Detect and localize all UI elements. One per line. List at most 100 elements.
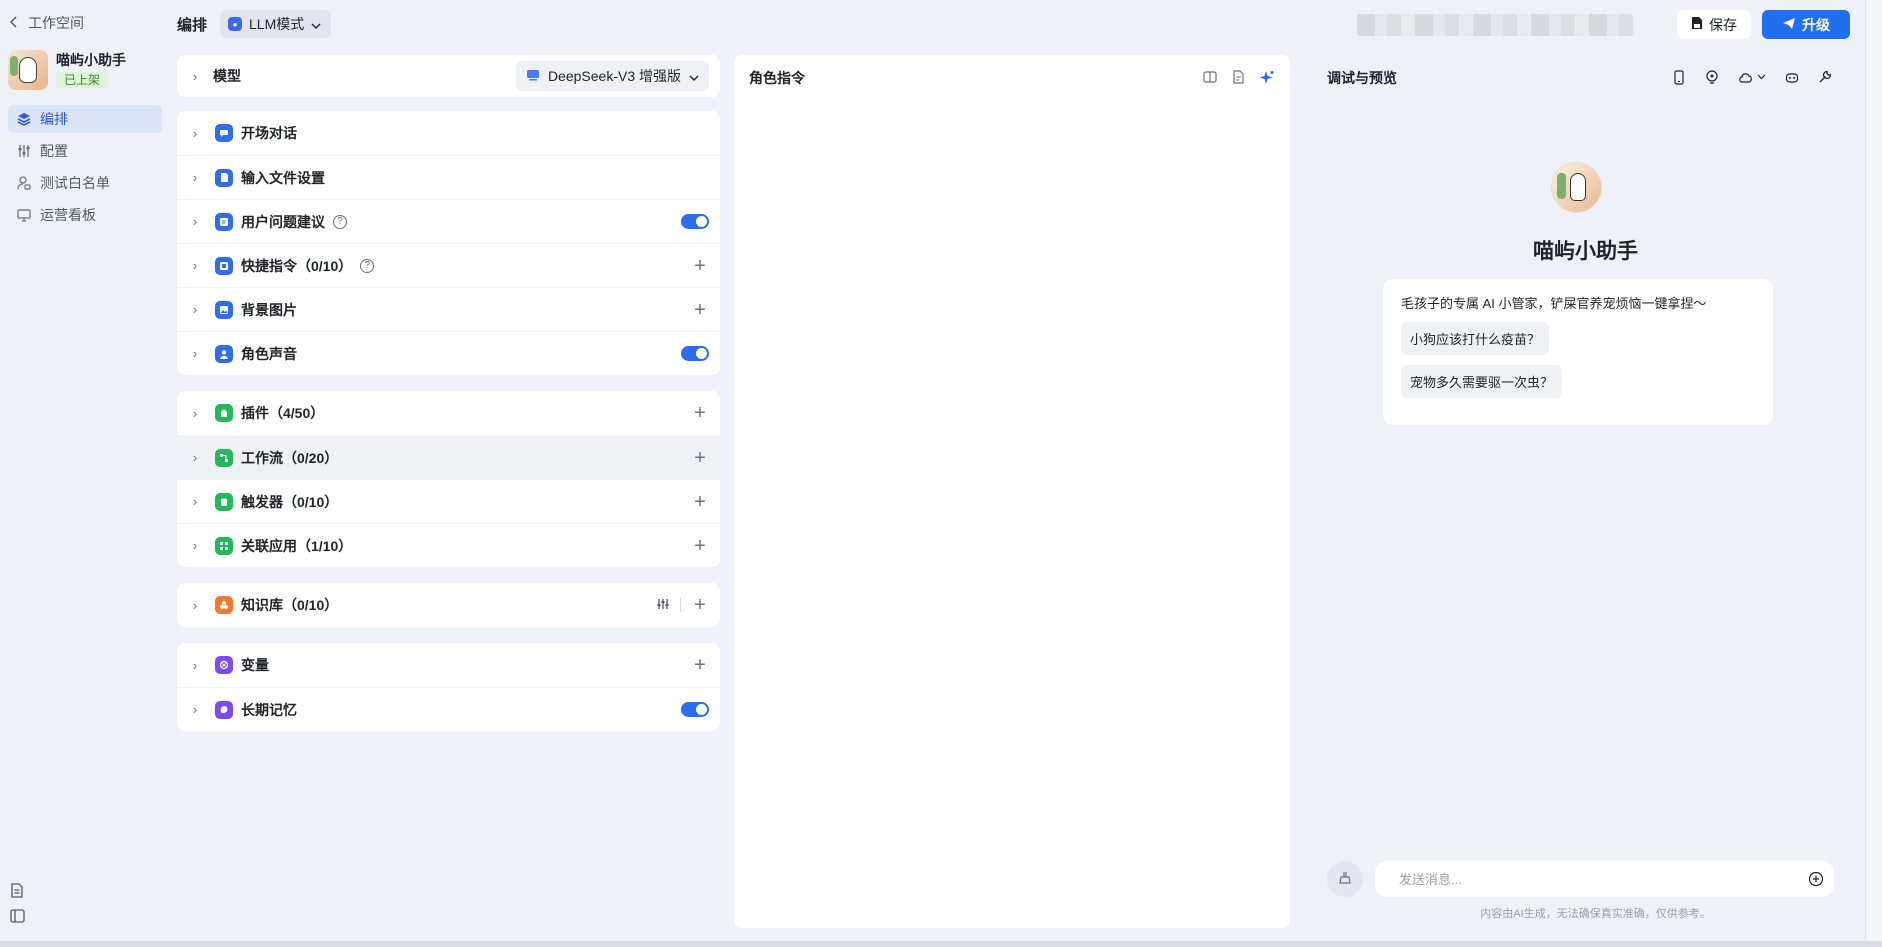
- help-icon[interactable]: ?: [333, 214, 347, 229]
- save-button[interactable]: 保存: [1677, 10, 1751, 39]
- row-linked-apps[interactable]: › 关联应用（1/10） +: [177, 523, 720, 567]
- row-workflow[interactable]: › 工作流（0/20） +: [177, 435, 720, 479]
- phone-icon[interactable]: [1671, 69, 1687, 85]
- sidebar-nav: 编排 配置 测试白名单 运营看板: [8, 105, 162, 233]
- avatar: [1551, 162, 1602, 213]
- panel-title: 角色指令: [749, 70, 805, 86]
- chevron-right-icon: ›: [192, 450, 198, 465]
- row-long-memory[interactable]: › 长期记忆: [177, 687, 720, 731]
- cloud-dropdown[interactable]: [1737, 69, 1767, 85]
- prompt-toolbar: [1202, 69, 1274, 85]
- back-to-workspace[interactable]: 工作空间: [9, 13, 84, 33]
- sidebar-item-whitelist[interactable]: 测试白名单: [8, 169, 162, 197]
- file-icon: [215, 168, 233, 187]
- row-label: 变量: [241, 657, 269, 673]
- divider: [680, 598, 681, 612]
- row-file-input[interactable]: › 输入文件设置: [177, 155, 720, 199]
- model-row[interactable]: › 模型 DeepSeek-V3 增强版: [177, 55, 720, 97]
- ai-sparkle-icon[interactable]: [1258, 69, 1274, 85]
- row-label: 快捷指令（0/10）: [241, 257, 353, 274]
- row-triggers[interactable]: › 触发器（0/10） +: [177, 479, 720, 523]
- message-input[interactable]: [1375, 861, 1834, 897]
- add-button[interactable]: +: [691, 595, 709, 615]
- clear-chat-button[interactable]: [1327, 861, 1363, 897]
- voice-toggle[interactable]: [681, 346, 709, 361]
- ai-disclaimer: 内容由AI生成，无法确保真实准确，仅供参考。: [1480, 908, 1711, 920]
- suggested-question[interactable]: 宠物多久需要驱一次虫？: [1401, 365, 1563, 398]
- sidebar-item-orchestrate[interactable]: 编排: [8, 105, 162, 133]
- chevron-right-icon: ›: [192, 68, 198, 84]
- suggestions-toggle[interactable]: [681, 214, 709, 229]
- row-label: 长期记忆: [241, 701, 297, 718]
- row-label: 输入文件设置: [241, 169, 325, 186]
- chevron-right-icon: ›: [192, 538, 198, 553]
- chevron-right-icon: ›: [192, 657, 198, 673]
- chevron-right-icon: ›: [192, 302, 198, 317]
- row-background-image[interactable]: › 背景图片 +: [177, 287, 720, 331]
- chevron-right-icon: ›: [192, 405, 198, 421]
- row-variables[interactable]: › 变量 +: [177, 643, 720, 687]
- bot-card[interactable]: 喵屿小助手 已上架: [8, 50, 126, 90]
- save-label: 保存: [1709, 16, 1737, 33]
- chevron-down-icon: [689, 68, 699, 84]
- compare-icon[interactable]: [1202, 69, 1218, 85]
- bot-name: 喵屿小助手: [56, 52, 126, 68]
- workflow-icon: [215, 448, 233, 467]
- row-role-voice[interactable]: › 角色声音: [177, 331, 720, 375]
- add-button[interactable]: +: [691, 448, 709, 468]
- plugin-icon: [215, 404, 233, 422]
- add-attachment-icon[interactable]: [1808, 871, 1824, 887]
- chevron-right-icon: ›: [192, 702, 198, 717]
- upgrade-button[interactable]: 升级: [1762, 10, 1850, 39]
- row-knowledge[interactable]: › 知识库（0/10） +: [177, 583, 720, 627]
- help-icon[interactable]: ?: [360, 258, 375, 273]
- row-label: 背景图片: [241, 301, 297, 318]
- llm-mode-icon: ●: [228, 17, 242, 31]
- add-button[interactable]: +: [691, 492, 709, 512]
- row-shortcuts[interactable]: › 快捷指令（0/10） ? +: [177, 243, 720, 287]
- prologue-text: 毛孩子的专属 AI 小管家，铲屎官养宠烦恼一键拿捏～: [1401, 296, 1707, 311]
- mode-select[interactable]: ● LLM模式: [220, 10, 332, 38]
- sidebar-item-dashboard[interactable]: 运营看板: [8, 201, 162, 229]
- memory-icon: [215, 700, 233, 719]
- panel-toggle-icon[interactable]: [10, 909, 25, 927]
- dialog-group: › 开场对话 › 输入文件设置 › 用户问题建议 ? › 快捷指令（0/10） …: [177, 111, 720, 375]
- add-button[interactable]: +: [691, 403, 709, 423]
- sidebar-item-config[interactable]: 配置: [8, 137, 162, 165]
- add-button[interactable]: +: [691, 300, 709, 320]
- format-icon[interactable]: [1230, 69, 1246, 85]
- row-opening-dialog[interactable]: › 开场对话: [177, 111, 720, 155]
- chat-bar: [1327, 861, 1834, 897]
- chevron-right-icon: ›: [192, 125, 198, 141]
- apps-icon: [215, 536, 233, 555]
- memory-toggle[interactable]: [681, 702, 709, 717]
- right-edge-strip: [1865, 0, 1882, 947]
- chevron-right-icon: ›: [192, 214, 198, 229]
- preview-bot-name: 喵屿小助手: [1533, 240, 1638, 263]
- chevron-down-icon: [311, 16, 321, 32]
- suggested-question[interactable]: 小狗应该打什么疫苗？: [1401, 322, 1550, 355]
- model-label: 模型: [213, 68, 241, 84]
- add-button[interactable]: +: [691, 256, 709, 276]
- prologue-card: 毛孩子的专属 AI 小管家，铲屎官养宠烦恼一键拿捏～ 小狗应该打什么疫苗？ 宠物…: [1383, 279, 1773, 425]
- row-question-suggestions[interactable]: › 用户问题建议 ?: [177, 199, 720, 243]
- role-prompt-panel[interactable]: 角色指令: [734, 55, 1290, 928]
- wrench-icon[interactable]: [1817, 69, 1833, 85]
- bottom-edge-strip: [0, 941, 1882, 947]
- chevron-right-icon: ›: [192, 258, 198, 273]
- model-select[interactable]: DeepSeek-V3 增强版: [515, 61, 709, 91]
- sidebar-item-label: 测试白名单: [40, 175, 110, 191]
- row-label: 角色声音: [241, 345, 297, 362]
- chat-bubble-icon: [215, 124, 233, 142]
- voice-setting-icon[interactable]: [1704, 69, 1720, 85]
- row-label: 触发器（0/10）: [241, 493, 339, 510]
- add-button[interactable]: +: [691, 655, 709, 675]
- chevron-left-icon: [9, 15, 18, 31]
- row-plugins[interactable]: › 插件（4/50） +: [177, 391, 720, 435]
- bot-icon[interactable]: [1784, 69, 1800, 85]
- knowledge-settings-icon[interactable]: [656, 597, 670, 614]
- add-button[interactable]: +: [691, 536, 709, 556]
- document-icon[interactable]: [10, 883, 24, 902]
- preview-toolbar: [1671, 69, 1833, 85]
- model-value: DeepSeek-V3 增强版: [547, 68, 681, 84]
